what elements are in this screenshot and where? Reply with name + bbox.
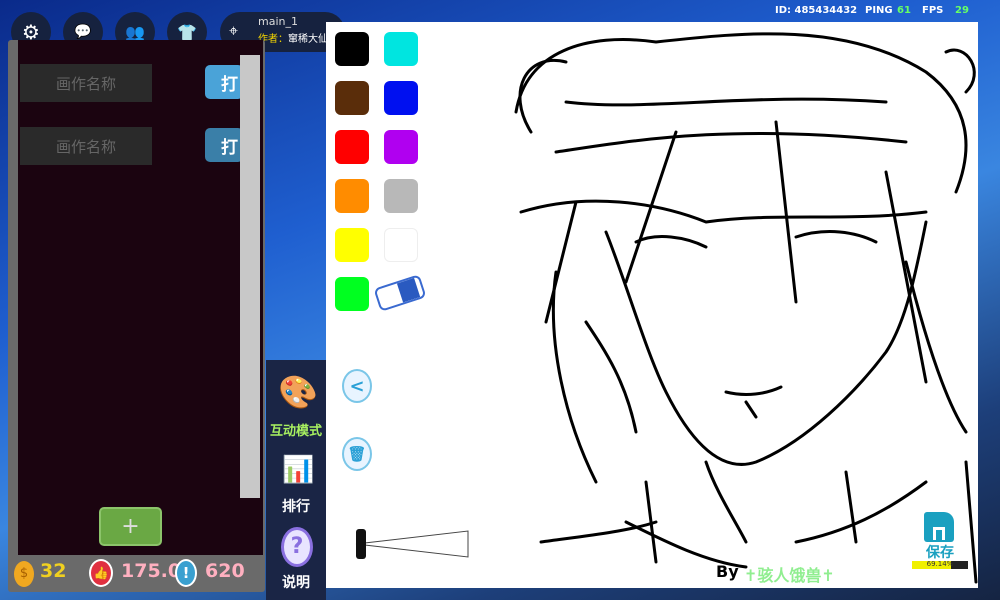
map-pin-icon: ⌖ bbox=[229, 21, 239, 40]
brush-size-wedge bbox=[355, 529, 469, 559]
author-name: 窜稀大仙 bbox=[288, 34, 328, 45]
likes-count: 175.0 bbox=[121, 560, 182, 582]
help-label: 说明 bbox=[282, 575, 310, 591]
color-swatch[interactable] bbox=[335, 228, 369, 262]
save-progress-text: 69.14% bbox=[926, 560, 954, 568]
color-swatch[interactable] bbox=[384, 32, 418, 66]
floppy-icon bbox=[924, 512, 954, 542]
drawing-canvas[interactable]: By ✝骇人饿兽✝ 保存 69.14% bbox=[326, 22, 978, 588]
reports-count: 620 bbox=[205, 560, 245, 582]
works-list bbox=[18, 40, 263, 555]
open-work-button[interactable]: 打 bbox=[205, 128, 243, 162]
interactive-mode-label: 互动模式 bbox=[269, 424, 322, 439]
color-swatch[interactable] bbox=[384, 130, 418, 164]
color-swatch[interactable] bbox=[335, 32, 369, 66]
save-button[interactable]: 保存 bbox=[922, 512, 958, 562]
color-swatch[interactable] bbox=[335, 81, 369, 115]
room-name: main_1 bbox=[258, 15, 298, 28]
save-progress-bar: 69.14% bbox=[912, 560, 968, 569]
save-label: 保存 bbox=[926, 545, 954, 561]
color-swatch[interactable] bbox=[335, 130, 369, 164]
ping-label: PING bbox=[865, 5, 893, 16]
fps-label: FPS bbox=[922, 5, 944, 16]
coins-count: 32 bbox=[40, 560, 67, 582]
open-work-button[interactable]: 打 bbox=[205, 65, 243, 99]
chevron-left-icon: < bbox=[349, 375, 365, 397]
podium-icon: 📊 bbox=[282, 455, 315, 485]
scrollbar[interactable] bbox=[240, 55, 260, 498]
ranking-label: 排行 bbox=[282, 499, 310, 515]
color-swatch[interactable] bbox=[335, 179, 369, 213]
artist-name: ✝骇人饿兽✝ bbox=[744, 566, 835, 585]
brush-size-slider[interactable] bbox=[336, 527, 471, 561]
clear-canvas-button[interactable]: 🗑 bbox=[342, 437, 372, 471]
ping-value: 61 bbox=[897, 5, 911, 16]
shirt-icon: 👕 bbox=[177, 22, 197, 42]
color-swatch[interactable] bbox=[384, 81, 418, 115]
sketch-drawing bbox=[514, 32, 978, 584]
coin-icon: $ bbox=[14, 561, 34, 587]
question-icon: ? bbox=[281, 527, 313, 567]
palette-icon: 🎨 bbox=[278, 373, 318, 411]
friends-icon: 👥 bbox=[125, 22, 145, 42]
color-swatch[interactable] bbox=[335, 277, 369, 311]
thumbs-up-icon: 👍 bbox=[89, 559, 113, 587]
trash-icon: 🗑 bbox=[347, 445, 367, 463]
chat-icon: 💬 bbox=[74, 24, 92, 40]
by-label: By bbox=[716, 562, 739, 581]
eraser-icon bbox=[396, 277, 421, 303]
undo-button[interactable]: < bbox=[342, 369, 372, 403]
add-work-button[interactable]: + bbox=[99, 507, 162, 546]
work-name-input[interactable]: 画作名称 bbox=[20, 127, 152, 165]
color-swatch[interactable] bbox=[384, 179, 418, 213]
work-name-input[interactable]: 画作名称 bbox=[20, 64, 152, 102]
exclamation-icon: ! bbox=[175, 559, 197, 587]
color-swatch[interactable] bbox=[384, 228, 418, 262]
fps-value: 29 bbox=[955, 5, 969, 16]
user-id: ID: 485434432 bbox=[775, 5, 858, 16]
